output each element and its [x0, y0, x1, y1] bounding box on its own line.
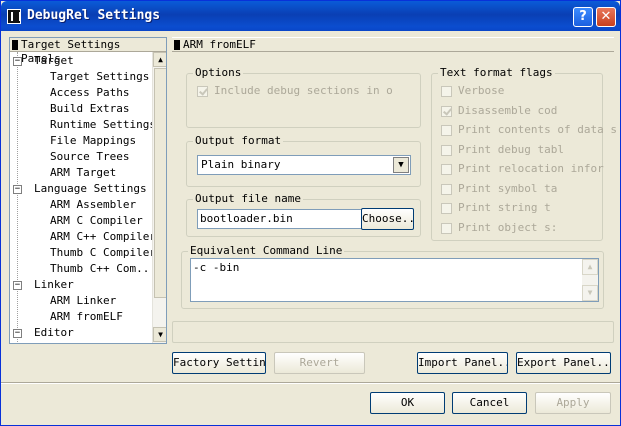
tree-item-target-settings[interactable]: Target Settings — [50, 69, 149, 85]
window-title: DebugRel Settings — [27, 8, 161, 23]
verbose-checkbox[interactable]: Verbose — [441, 83, 601, 99]
text-format-flags-label: Text format flags — [438, 66, 555, 80]
scroll-down-icon[interactable]: ▼ — [582, 285, 598, 301]
print-string-table-checkbox[interactable]: Print string t — [441, 200, 601, 216]
tree-item-build-extras[interactable]: Build Extras — [50, 101, 129, 117]
output-file-input[interactable]: bootloader.bin — [197, 209, 365, 229]
tree-item-arm-linker[interactable]: ARM Linker — [50, 293, 116, 309]
tree-item-editor[interactable]: − Editor — [10, 325, 150, 341]
ok-button[interactable]: OK — [370, 392, 445, 414]
checkbox-label: Print contents of data s — [458, 123, 617, 136]
panel-title: ARM fromELF — [183, 38, 256, 51]
revert-button[interactable]: Revert — [274, 352, 365, 374]
tree-scrollbar[interactable]: ▲ ▼ — [152, 52, 166, 343]
tree-item-arm-assembler[interactable]: ARM Assembler — [50, 197, 136, 213]
import-panel-button[interactable]: Import Panel... — [417, 352, 508, 374]
tree-item-thumb-cpp-compiler[interactable]: Thumb C++ Com... — [50, 261, 156, 277]
tree-item-label: Editor — [34, 326, 74, 339]
separator — [1, 382, 620, 384]
checkbox-label: Disassemble cod — [458, 104, 558, 117]
tree-item-label: Language Settings — [34, 182, 147, 195]
cancel-button[interactable]: Cancel — [452, 392, 527, 414]
checkbox-box[interactable] — [441, 125, 452, 136]
tree-item-target[interactable]: − Target — [10, 53, 150, 69]
command-line-text: -c -bin ▲ ▼ — [190, 258, 599, 302]
checkbox-box[interactable] — [441, 106, 452, 117]
apply-button[interactable]: Apply — [535, 392, 611, 414]
checkbox-box[interactable] — [441, 184, 452, 195]
collapse-icon[interactable]: − — [13, 281, 22, 290]
command-line-label: Equivalent Command Line — [188, 244, 345, 258]
settings-dialog: DebugRel Settings ? ✕ Target Settings Pa… — [0, 0, 621, 426]
settings-panels-tree: Target Settings Panels − Target Target S… — [9, 37, 167, 344]
app-icon — [7, 9, 21, 24]
print-object-sizes-checkbox[interactable]: Print object s: — [441, 220, 601, 236]
scroll-up-icon[interactable]: ▲ — [153, 52, 166, 67]
output-format-value: Plain binary — [201, 158, 281, 171]
tree-header: Target Settings Panels — [10, 38, 166, 65]
tree-item-linker[interactable]: − Linker — [10, 277, 150, 293]
tree-item-thumb-c-compiler[interactable]: Thumb C Compiler — [50, 245, 156, 261]
checkbox-label: Include debug sections in o — [214, 84, 393, 97]
print-debug-tables-checkbox[interactable]: Print debug tabl — [441, 142, 601, 158]
tree-item-arm-fromelf[interactable]: ARM fromELF — [50, 309, 123, 325]
output-format-select[interactable]: Plain binary ▼ — [197, 155, 411, 175]
print-relocation-checkbox[interactable]: Print relocation infor — [441, 161, 604, 177]
close-button[interactable]: ✕ — [596, 7, 616, 27]
collapse-icon[interactable]: − — [13, 329, 22, 338]
factory-settings-button[interactable]: Factory Settings — [172, 352, 266, 374]
chevron-down-icon[interactable]: ▼ — [393, 157, 409, 173]
options-group-label: Options — [193, 66, 244, 80]
tree-item-language-settings[interactable]: − Language Settings — [10, 181, 150, 197]
tree-item-file-mappings[interactable]: File Mappings — [50, 133, 136, 149]
export-panel-button[interactable]: Export Panel... — [516, 352, 611, 374]
checkbox-box[interactable] — [441, 203, 452, 214]
tree-item-access-paths[interactable]: Access Paths — [50, 85, 129, 101]
options-group: Options — [186, 66, 421, 128]
checkbox-box[interactable] — [441, 223, 452, 234]
panel-marker-icon — [12, 40, 18, 50]
checkbox-label: Print relocation infor — [458, 162, 604, 175]
tree-item-label: Target — [34, 54, 74, 67]
disassemble-code-checkbox[interactable]: Disassemble cod — [441, 103, 601, 119]
output-file-label: Output file name — [193, 192, 303, 206]
checkbox-label: Print symbol ta — [458, 182, 558, 195]
print-data-contents-checkbox[interactable]: Print contents of data s — [441, 122, 617, 138]
tree-item-arm-c-compiler[interactable]: ARM C Compiler — [50, 213, 143, 229]
tree-item-arm-target[interactable]: ARM Target — [50, 165, 116, 181]
tree-connector-line — [17, 52, 18, 342]
output-format-label: Output format — [193, 134, 284, 148]
tree-item-arm-cpp-compiler[interactable]: ARM C++ Compiler — [50, 229, 156, 245]
title-bar[interactable]: DebugRel Settings ? ✕ — [1, 1, 620, 31]
tree-item-runtime-settings[interactable]: Runtime Settings — [50, 117, 156, 133]
checkbox-label: Print object s: — [458, 221, 558, 234]
scroll-down-icon[interactable]: ▼ — [153, 327, 166, 342]
checkbox-box[interactable] — [441, 86, 452, 97]
print-symbol-table-checkbox[interactable]: Print symbol ta — [441, 181, 601, 197]
panel-header: ARM fromELF — [172, 37, 614, 52]
checkbox-label: Print debug tabl — [458, 143, 564, 156]
scroll-thumb[interactable] — [154, 68, 166, 298]
checkbox-label: Print string t — [458, 201, 551, 214]
scroll-up-icon[interactable]: ▲ — [582, 259, 598, 275]
help-button[interactable]: ? — [573, 7, 593, 27]
checkbox-label: Verbose — [458, 84, 505, 97]
tree-item-label: Linker — [34, 278, 74, 291]
panel-footer-bar — [172, 321, 614, 343]
collapse-icon[interactable]: − — [13, 185, 22, 194]
collapse-icon[interactable]: − — [13, 57, 22, 66]
checkbox-box[interactable] — [441, 164, 452, 175]
checkbox-box[interactable] — [441, 145, 452, 156]
command-line-scrollbar[interactable]: ▲ ▼ — [582, 259, 598, 301]
tree-item-source-trees[interactable]: Source Trees — [50, 149, 129, 165]
choose-button[interactable]: Choose... — [361, 208, 414, 230]
panel-marker-icon — [174, 40, 180, 50]
include-debug-checkbox[interactable]: Include debug sections in o — [197, 83, 417, 99]
checkbox-box[interactable] — [197, 86, 208, 97]
command-line-value: -c -bin — [193, 261, 240, 274]
